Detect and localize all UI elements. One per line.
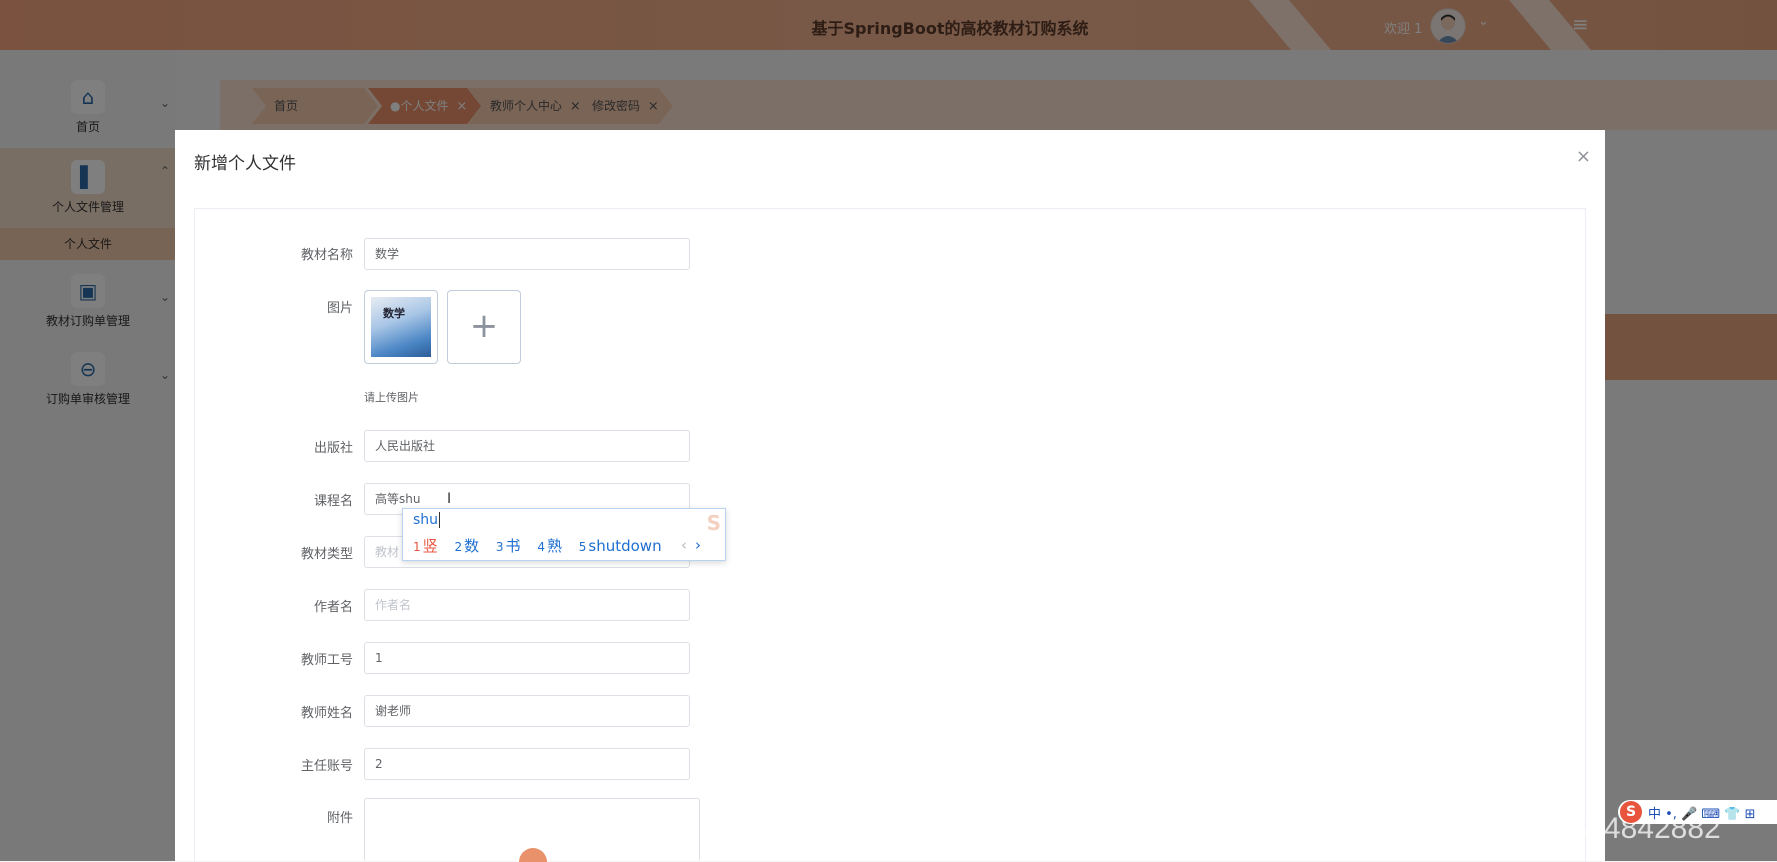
publisher-input[interactable]: 人民出版社 [364,430,690,462]
ime-candidate-number: 2 [454,540,463,554]
author-input[interactable]: 作者名 [364,589,690,621]
ime-candidate-text: shutdown [588,537,662,555]
teacher-id-input[interactable]: 1 [364,642,690,674]
sogou-logo-icon[interactable]: S [1620,801,1642,823]
close-icon[interactable]: × [1576,146,1591,167]
ime-candidate-number: 5 [578,540,587,554]
ime-candidate-text: 熟 [546,537,562,555]
ime-candidate-window[interactable]: shu S 1竖 2数 3书 4熟 5 shutdown ‹ › [402,508,726,561]
ime-candidate[interactable]: 2数 [454,537,479,555]
dialog-title: 新增个人文件 [194,154,296,174]
upload-button[interactable]: + [447,290,521,364]
teacher-id-label: 教师工号 [300,653,353,668]
ime-prev-icon[interactable]: ‹ [681,536,687,554]
ime-next-icon[interactable]: › [695,536,701,554]
ime-toolbar-controls[interactable]: 中 •, 🎤 ⌨ 👕 ⊞ [1648,803,1756,822]
ime-candidate-text: 书 [505,537,521,555]
publisher-label: 出版社 [313,441,353,456]
ime-candidate-number: 3 [495,540,504,554]
image-label: 图片 [326,301,353,316]
uploaded-image-thumb[interactable]: 数学 [364,290,438,364]
upload-cloud-icon [519,848,547,862]
director-account-input[interactable]: 2 [364,748,690,780]
ime-candidates: 1竖 2数 3书 4熟 5 shutdown [413,535,674,556]
ime-composition: shu [413,512,441,528]
ime-candidate-text: 竖 [422,537,438,555]
author-label: 作者名 [313,600,353,615]
ime-candidate[interactable]: 4熟 [537,537,562,555]
ime-candidate-text: 数 [464,537,480,555]
textbook-type-label: 教材类型 [300,547,353,562]
ime-page-nav: ‹ › [681,536,701,554]
ime-candidate[interactable]: 1竖 [413,537,438,555]
ime-candidate[interactable]: 5 shutdown [579,537,662,555]
textbook-name-label: 教材名称 [300,248,353,263]
attachment-upload-area[interactable] [364,798,700,862]
thumb-text: 数学 [383,307,405,320]
teacher-name-label: 教师姓名 [300,706,353,721]
ime-composition-text: shu [413,512,439,528]
upload-hint: 请上传图片 [364,391,419,404]
ime-toolbar[interactable]: S 中 •, 🎤 ⌨ 👕 ⊞ [1618,800,1777,824]
text-cursor-icon: I [447,491,452,507]
ime-candidate-number: 4 [537,540,545,554]
director-account-label: 主任账号 [300,759,353,774]
course-label: 课程名 [313,494,353,509]
ime-logo-icon: S [706,511,721,535]
book-cover-image: 数学 [371,297,431,357]
ime-candidate-number: 1 [413,540,421,554]
plus-icon: + [469,306,499,346]
attachment-label: 附件 [326,811,353,826]
ime-candidate[interactable]: 3书 [496,537,521,555]
textbook-name-input[interactable]: 数学 [364,238,690,270]
teacher-name-input[interactable]: 谢老师 [364,695,690,727]
